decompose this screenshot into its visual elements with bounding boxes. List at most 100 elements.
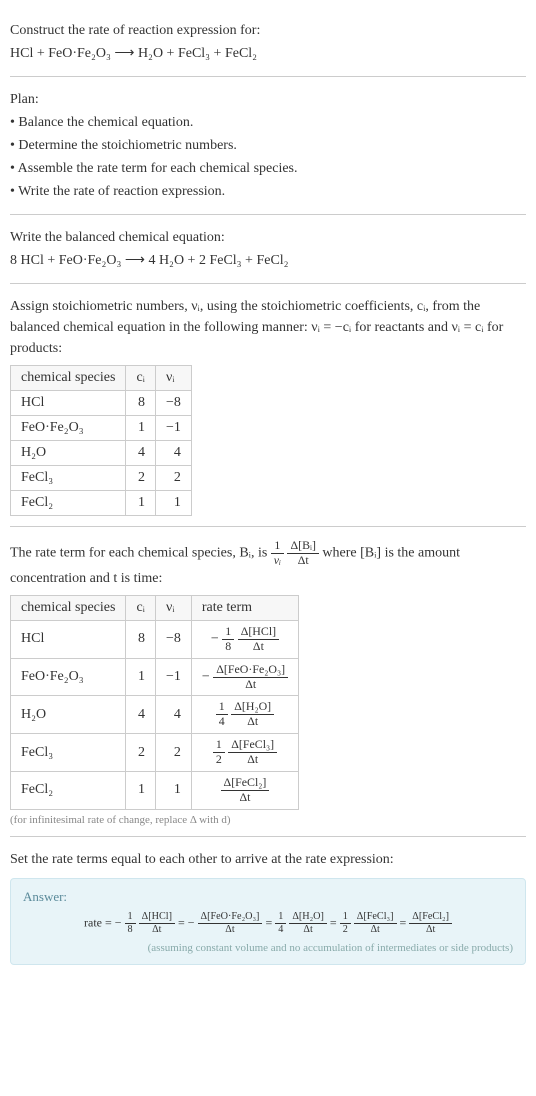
- a-frac: Δ[FeCl₂]Δt: [409, 911, 452, 936]
- assign-text: Assign stoichiometric numbers, νᵢ, using…: [10, 296, 526, 359]
- fd: 8: [125, 924, 136, 936]
- a-frac: Δ[H₂O]Δt: [289, 911, 327, 936]
- rt-pre: −: [202, 669, 210, 684]
- table-row: H₂O 4 4: [11, 441, 192, 466]
- frac-num: Δ[Bᵢ]: [287, 539, 318, 554]
- cell-c: 2: [126, 466, 156, 491]
- rateterm-text: The rate term for each chemical species,…: [10, 539, 526, 589]
- table-row: FeO·Fe₂O₃ 1 −1: [11, 416, 192, 441]
- fd: 4: [216, 715, 228, 729]
- col-v: νᵢ: [155, 366, 191, 391]
- cell-v: −1: [155, 658, 191, 696]
- fn: Δ[FeO·Fe₂O₃]: [213, 663, 288, 678]
- fd: Δt: [409, 924, 452, 936]
- answer-note: (assuming constant volume and no accumul…: [23, 942, 513, 954]
- frac-den: νᵢ: [271, 554, 284, 568]
- cell-v: 4: [155, 696, 191, 734]
- fd: Δt: [354, 924, 397, 936]
- rt-frac-b: Δ[H₂O]Δt: [231, 700, 274, 729]
- fd: Δt: [238, 640, 279, 654]
- balanced-section: Write the balanced chemical equation: 8 …: [10, 215, 526, 284]
- a-frac: Δ[FeCl₃]Δt: [354, 911, 397, 936]
- intro-equation: HCl + FeO·Fe₂O₃ ⟶ H₂O + FeCl₃ + FeCl₂: [10, 43, 526, 64]
- cell-species: FeO·Fe₂O₃: [11, 658, 126, 696]
- fn: 1: [216, 700, 228, 715]
- fn: Δ[FeCl₂]: [221, 776, 270, 791]
- plan-item: • Balance the chemical equation.: [10, 112, 526, 133]
- cell-c: 8: [126, 391, 156, 416]
- table-row: HCl 8 −8: [11, 391, 192, 416]
- a-frac: Δ[FeO·Fe₂O₃]Δt: [198, 911, 263, 936]
- fn: 1: [340, 911, 351, 924]
- cell-v: −8: [155, 391, 191, 416]
- cell-species: FeCl₃: [11, 466, 126, 491]
- a-frac: 12: [340, 911, 351, 936]
- fd: Δt: [221, 791, 270, 805]
- rateterm-section: The rate term for each chemical species,…: [10, 527, 526, 837]
- fn: Δ[HCl]: [238, 625, 279, 640]
- col-rate: rate term: [191, 595, 298, 620]
- table-row: FeCl₃ 2 2: [11, 466, 192, 491]
- fn: Δ[FeCl₂]: [409, 911, 452, 924]
- cell-v: −1: [155, 416, 191, 441]
- answer-label: Answer:: [23, 889, 513, 905]
- intro-title: Construct the rate of reaction expressio…: [10, 20, 526, 41]
- rt-frac-a: 12: [213, 738, 225, 767]
- balanced-heading: Write the balanced chemical equation:: [10, 227, 526, 248]
- cell-c: 1: [126, 658, 156, 696]
- intro-section: Construct the rate of reaction expressio…: [10, 8, 526, 77]
- rt-pre: −: [211, 631, 219, 646]
- eq: = −: [178, 915, 195, 929]
- a-frac: Δ[HCl]Δt: [139, 911, 175, 936]
- assign-section: Assign stoichiometric numbers, νᵢ, using…: [10, 284, 526, 527]
- fn: 1: [222, 625, 234, 640]
- col-c: cᵢ: [126, 595, 156, 620]
- cell-v: 1: [155, 491, 191, 516]
- fd: 8: [222, 640, 234, 654]
- rt-frac-b: Δ[FeCl₂]Δt: [221, 776, 270, 805]
- rate-prefix: rate = −: [84, 915, 122, 929]
- cell-rate: Δ[FeCl₂]Δt: [191, 772, 298, 810]
- answer-equation: rate = − 18 Δ[HCl]Δt = − Δ[FeO·Fe₂O₃]Δt …: [23, 911, 513, 936]
- a-frac: 14: [275, 911, 286, 936]
- cell-rate: − 18 Δ[HCl]Δt: [191, 620, 298, 658]
- col-v: νᵢ: [155, 595, 191, 620]
- cell-c: 2: [126, 734, 156, 772]
- fd: 2: [213, 753, 225, 767]
- cell-species: HCl: [11, 391, 126, 416]
- stoich-table-2: chemical species cᵢ νᵢ rate term HCl 8 −…: [10, 595, 299, 810]
- table-row: H₂O 4 4 14 Δ[H₂O]Δt: [11, 696, 299, 734]
- rateterm-note: (for infinitesimal rate of change, repla…: [10, 814, 526, 826]
- cell-c: 4: [126, 441, 156, 466]
- cell-species: FeCl₃: [11, 734, 126, 772]
- cell-v: 1: [155, 772, 191, 810]
- balanced-equation: 8 HCl + FeO·Fe₂O₃ ⟶ 4 H₂O + 2 FeCl₃ + Fe…: [10, 250, 526, 271]
- rt-frac-b: Δ[FeCl₃]Δt: [228, 738, 277, 767]
- cell-species: H₂O: [11, 441, 126, 466]
- fd: Δt: [213, 678, 288, 692]
- fn: Δ[FeCl₃]: [228, 738, 277, 753]
- cell-rate: 14 Δ[H₂O]Δt: [191, 696, 298, 734]
- fd: Δt: [228, 753, 277, 767]
- table-row: FeCl₃ 2 2 12 Δ[FeCl₃]Δt: [11, 734, 299, 772]
- final-section: Set the rate terms equal to each other t…: [10, 837, 526, 975]
- fn: Δ[H₂O]: [231, 700, 274, 715]
- col-species: chemical species: [11, 595, 126, 620]
- fn: 1: [213, 738, 225, 753]
- cell-species: FeCl₂: [11, 491, 126, 516]
- fd: Δt: [198, 924, 263, 936]
- cell-species: FeCl₂: [11, 772, 126, 810]
- rt-frac-b: Δ[HCl]Δt: [238, 625, 279, 654]
- col-species: chemical species: [11, 366, 126, 391]
- table-row: FeCl₂ 1 1: [11, 491, 192, 516]
- answer-box: Answer: rate = − 18 Δ[HCl]Δt = − Δ[FeO·F…: [10, 878, 526, 965]
- frac-2: Δ[Bᵢ] Δt: [287, 539, 318, 568]
- rt-text-before: The rate term for each chemical species,…: [10, 546, 267, 561]
- stoich-table-1: chemical species cᵢ νᵢ HCl 8 −8 FeO·Fe₂O…: [10, 365, 192, 516]
- cell-rate: 12 Δ[FeCl₃]Δt: [191, 734, 298, 772]
- plan-item: • Determine the stoichiometric numbers.: [10, 135, 526, 156]
- plan-item: • Write the rate of reaction expression.: [10, 181, 526, 202]
- cell-c: 1: [126, 416, 156, 441]
- cell-v: −8: [155, 620, 191, 658]
- fn: Δ[HCl]: [139, 911, 175, 924]
